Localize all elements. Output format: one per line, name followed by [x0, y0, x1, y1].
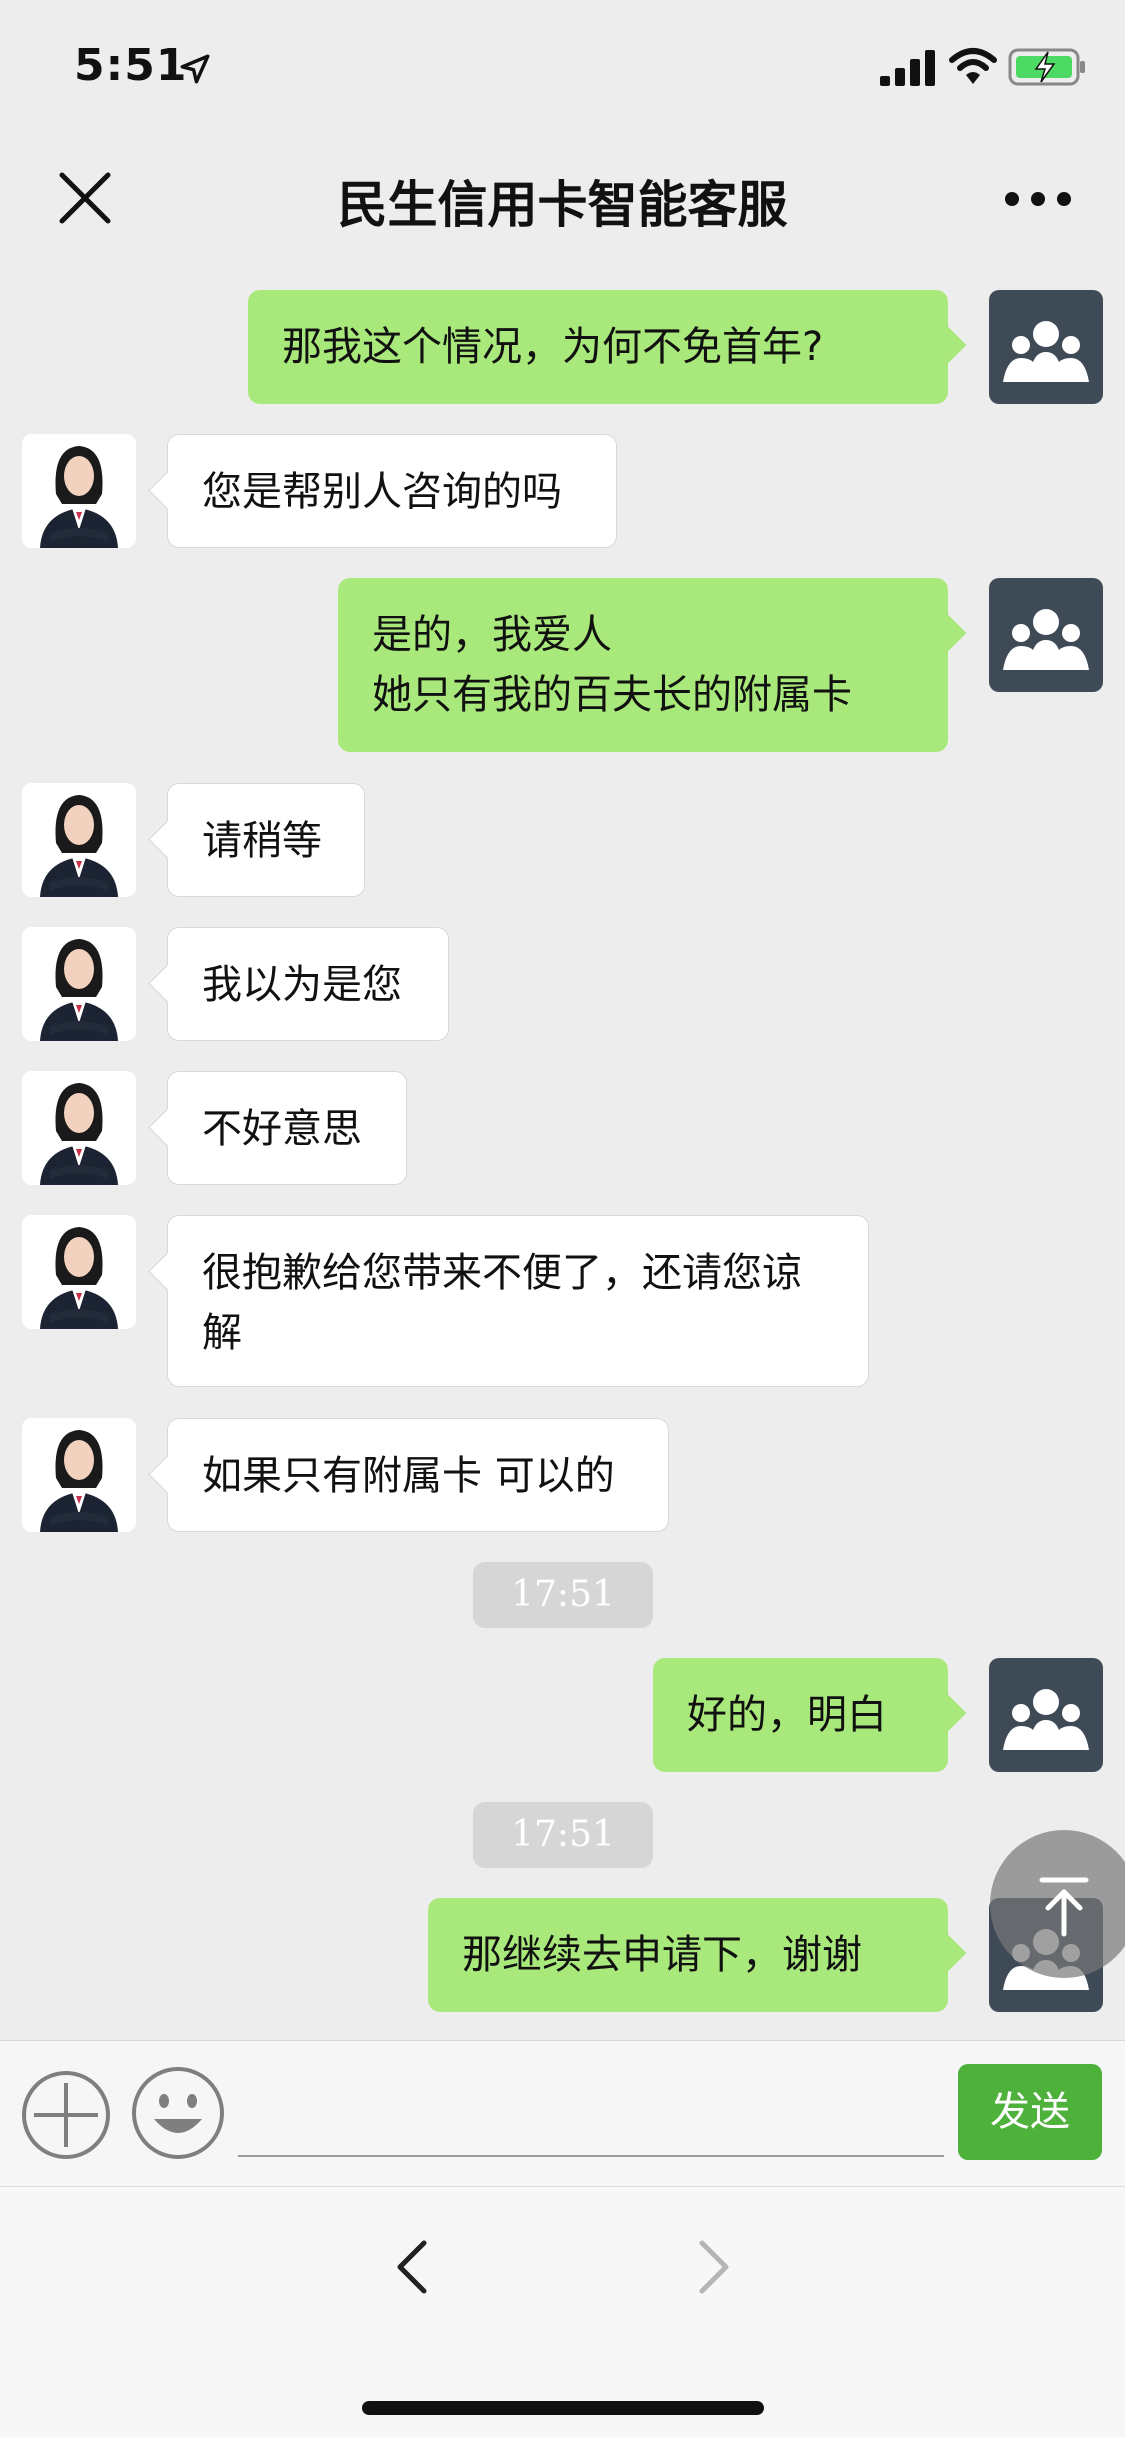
- agent-photo: [22, 927, 136, 1041]
- scroll-top-icon: [1039, 1877, 1089, 1937]
- message-bubble[interactable]: 您是帮别人咨询的吗: [167, 434, 617, 548]
- page-title: 民生信用卡智能客服: [337, 176, 788, 234]
- timestamp: 17:51: [473, 1562, 653, 1628]
- bottom-nav-bar: [0, 2186, 1125, 2437]
- location-arrow-icon: [180, 54, 210, 84]
- group-avatar-icon: [1003, 609, 1089, 670]
- agent-avatar[interactable]: [22, 1071, 136, 1185]
- scroll-top-button[interactable]: [990, 1830, 1125, 1978]
- timestamp: 17:51: [473, 1802, 653, 1868]
- message-bubble[interactable]: 很抱歉给您带来不便了，还请您谅 解: [167, 1215, 869, 1387]
- emoji-icon[interactable]: [130, 2065, 226, 2161]
- message-bubble[interactable]: 那继续去申请下，谢谢: [428, 1898, 948, 2012]
- group-avatar-icon: [1003, 1689, 1089, 1750]
- user-avatar[interactable]: [989, 1658, 1103, 1772]
- agent-avatar[interactable]: [22, 1418, 136, 1532]
- user-avatar[interactable]: [989, 290, 1103, 404]
- input-bar: 发送: [0, 2040, 1125, 2186]
- signal-icon: [880, 50, 935, 86]
- plus-icon[interactable]: [20, 2069, 112, 2161]
- back-icon[interactable]: [392, 2237, 432, 2297]
- forward-icon[interactable]: [694, 2237, 734, 2297]
- agent-avatar[interactable]: [22, 783, 136, 897]
- send-button[interactable]: 发送: [958, 2064, 1102, 2160]
- message-bubble[interactable]: 我以为是您: [167, 927, 449, 1041]
- message-bubble[interactable]: 那我这个情况，为何不免首年?: [248, 290, 948, 404]
- message-input[interactable]: [238, 2081, 944, 2157]
- agent-avatar[interactable]: [22, 1215, 136, 1329]
- message-bubble[interactable]: 请稍等: [167, 783, 365, 897]
- agent-photo: [22, 434, 136, 548]
- more-icon[interactable]: [1004, 185, 1072, 213]
- nav-bar: 民生信用卡智能客服: [0, 135, 1125, 265]
- message-bubble[interactable]: 不好意思: [167, 1071, 407, 1185]
- agent-photo: [22, 1418, 136, 1532]
- agent-photo: [22, 1215, 136, 1329]
- status-time: 5:51: [74, 40, 188, 91]
- agent-avatar[interactable]: [22, 434, 136, 548]
- message-bubble[interactable]: 好的，明白: [653, 1658, 948, 1772]
- message-bubble[interactable]: 如果只有附属卡 可以的: [167, 1418, 669, 1532]
- home-indicator: [362, 2401, 764, 2415]
- agent-photo: [22, 1071, 136, 1185]
- agent-avatar[interactable]: [22, 927, 136, 1041]
- battery-charging-icon: [1008, 48, 1085, 86]
- status-bar: 5:51: [0, 0, 1125, 135]
- wifi-icon: [949, 48, 997, 84]
- user-avatar[interactable]: [989, 578, 1103, 692]
- group-avatar-icon: [1003, 321, 1089, 382]
- agent-photo: [22, 783, 136, 897]
- message-bubble[interactable]: 是的，我爱人 她只有我的百夫长的附属卡: [338, 578, 948, 752]
